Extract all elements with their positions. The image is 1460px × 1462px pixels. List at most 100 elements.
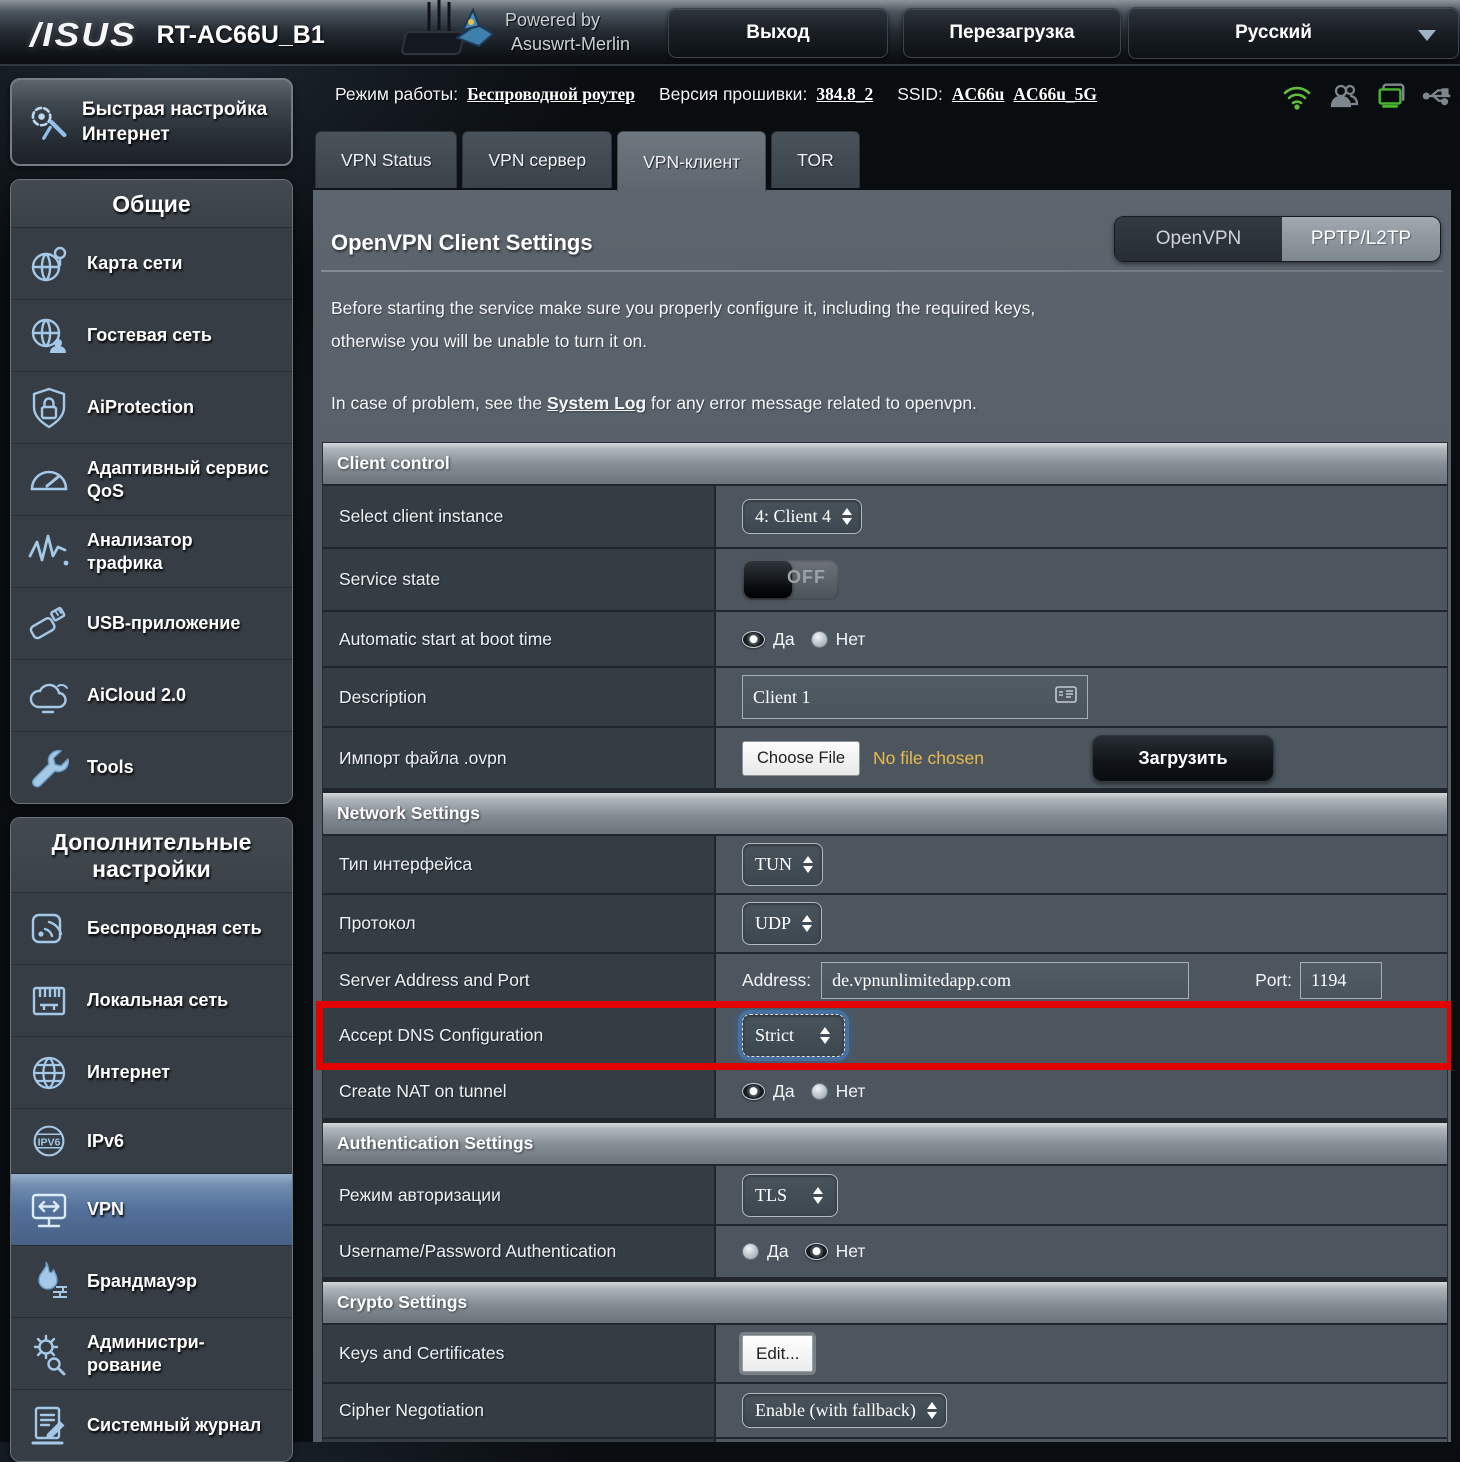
toggle-knob — [744, 561, 792, 598]
pptp-l2tp-toggle-button[interactable]: PPTP/L2TP — [1282, 217, 1440, 261]
sidebar-item-usb-application[interactable]: USB-приложение — [11, 587, 292, 659]
top-banner: /ISUS RT-AC66U_B1 Powered by Asuswrt-Mer… — [0, 0, 1460, 66]
protocol-select[interactable]: UDP — [742, 902, 822, 945]
upload-button[interactable]: Загрузить — [1092, 735, 1274, 782]
firmware-label: Версия прошивки: — [659, 84, 807, 105]
sidebar-item-administration[interactable]: Администри-рование — [11, 1317, 292, 1389]
networkmap-status-icon[interactable] — [1375, 80, 1407, 112]
radio-unselected-icon — [742, 1243, 759, 1260]
firmware-link[interactable]: 384.8_2 — [816, 84, 873, 105]
section-network-settings: Network Settings — [323, 793, 1447, 834]
language-dropdown[interactable]: Русский — [1128, 7, 1459, 59]
autostart-no-radio[interactable]: Нет — [811, 629, 866, 650]
language-value: Русский — [1235, 22, 1312, 44]
wrench-icon — [11, 744, 87, 792]
openvpn-toggle-button[interactable]: OpenVPN — [1115, 217, 1282, 261]
sidebar-item-system-log[interactable]: Системный журнал — [11, 1389, 292, 1461]
sidebar-item-wireless[interactable]: Беспроводная сеть — [11, 892, 292, 964]
nat-no-radio[interactable]: Нет — [811, 1081, 866, 1102]
row-select-client-instance: Select client instance 4: Client 4 — [323, 486, 1447, 547]
server-address-input[interactable]: de.vpnunlimitedapp.com — [821, 962, 1189, 999]
sidebar-group-advanced: Дополнительные настройки Беспроводная се… — [10, 817, 293, 1462]
ssid-2g-link[interactable]: AC66u — [952, 84, 1005, 105]
tab-vpn-server[interactable]: VPN сервер — [462, 131, 612, 188]
logout-button[interactable]: Выход — [668, 8, 888, 58]
group-title-advanced: Дополнительные настройки — [11, 818, 292, 892]
ssid-label: SSID: — [897, 84, 943, 105]
guest-network-icon — [11, 312, 87, 360]
row-cipher-negotiation: Cipher Negotiation Enable (with fallback… — [323, 1384, 1447, 1437]
userpass-yes-radio[interactable]: Да — [742, 1241, 789, 1262]
cipher-negotiation-select[interactable]: Enable (with fallback) — [742, 1393, 947, 1428]
mode-link[interactable]: Беспроводной роутер — [467, 84, 635, 105]
radio-unselected-icon — [811, 631, 828, 648]
auth-mode-select[interactable]: TLS — [742, 1174, 838, 1217]
usb-stick-icon — [11, 600, 87, 648]
section-authentication-settings: Authentication Settings — [323, 1123, 1447, 1164]
row-create-nat: Create NAT on tunnel Да Нет — [323, 1065, 1447, 1118]
port-label: Port: — [1255, 970, 1292, 991]
status-icons — [1281, 80, 1454, 112]
sidebar-item-firewall[interactable]: Брандмауэр — [11, 1245, 292, 1317]
ssid-5g-link[interactable]: AC66u_5G — [1013, 84, 1097, 105]
radio-unselected-icon — [811, 1083, 828, 1100]
tab-tor[interactable]: TOR — [771, 131, 860, 188]
radio-selected-icon — [742, 631, 765, 648]
sidebar-item-lan[interactable]: Локальная сеть — [11, 964, 292, 1036]
row-server-address-port: Server Address and Port Address: de.vpnu… — [323, 954, 1447, 1006]
choose-file-button[interactable]: Choose File — [742, 741, 860, 776]
sidebar-item-internet[interactable]: Интернет — [11, 1036, 292, 1108]
sidebar-item-qos[interactable]: Адаптивный сервис QoS — [11, 443, 292, 515]
edit-keys-button[interactable]: Edit... — [742, 1335, 813, 1372]
select-arrows-icon — [803, 856, 813, 873]
sidebar-item-guest-network[interactable]: Гостевая сеть — [11, 299, 292, 371]
firmware-infobar: Режим работы: Беспроводной роутер Версия… — [335, 84, 1097, 105]
address-label: Address: — [742, 970, 811, 991]
userpass-no-radio[interactable]: Нет — [805, 1241, 866, 1262]
select-arrows-icon — [927, 1402, 937, 1419]
interface-type-select[interactable]: TUN — [742, 843, 823, 886]
tab-vpn-status[interactable]: VPN Status — [315, 131, 457, 188]
row-autostart: Automatic start at boot time Да Нет — [323, 612, 1447, 666]
nat-yes-radio[interactable]: Да — [742, 1081, 795, 1102]
client-instance-select[interactable]: 4: Client 4 — [742, 499, 862, 534]
address-card-icon — [1055, 686, 1077, 708]
usb-status-icon[interactable] — [1422, 80, 1454, 112]
service-state-toggle[interactable]: OFF — [742, 559, 839, 600]
autostart-yes-radio[interactable]: Да — [742, 629, 795, 650]
system-log-link[interactable]: System Log — [547, 393, 646, 413]
cloud-icon — [11, 672, 87, 720]
firewall-flame-icon — [11, 1258, 87, 1306]
accept-dns-select[interactable]: Strict — [742, 1014, 845, 1057]
description-input[interactable]: Client 1 — [742, 675, 1088, 719]
asus-logo: /ISUS — [30, 16, 137, 54]
network-map-icon — [11, 240, 87, 288]
wifi-status-icon[interactable] — [1281, 80, 1313, 112]
sidebar-item-tools[interactable]: Tools — [11, 731, 292, 803]
router-illustration-icon — [395, 0, 515, 71]
reboot-button[interactable]: Перезагрузка — [903, 8, 1121, 58]
quick-setup-button[interactable]: Быстрая настройка Интернет — [10, 78, 293, 166]
tab-vpn-client[interactable]: VPN-клиент — [617, 131, 766, 192]
sidebar-item-network-map[interactable]: Карта сети — [11, 227, 292, 299]
group-title-general: Общие — [11, 180, 292, 227]
server-port-input[interactable]: 1194 — [1300, 962, 1382, 999]
select-arrows-icon — [820, 1027, 830, 1044]
section-crypto-settings: Crypto Settings — [323, 1282, 1447, 1323]
powered-by: Powered by Asuswrt-Merlin — [505, 8, 630, 56]
row-auth-mode: Режим авторизации TLS — [323, 1166, 1447, 1224]
sidebar-item-vpn[interactable]: VPN — [11, 1173, 292, 1245]
radio-selected-icon — [805, 1243, 828, 1260]
traffic-analyzer-icon — [11, 528, 87, 576]
wireless-icon — [11, 905, 87, 953]
sidebar-item-ipv6[interactable]: IPV6 IPv6 — [11, 1108, 292, 1173]
clients-status-icon[interactable] — [1328, 80, 1360, 112]
mode-label: Режим работы: — [335, 84, 458, 105]
ipv6-globe-icon: IPV6 — [11, 1118, 87, 1164]
sidebar-item-aicloud[interactable]: AiCloud 2.0 — [11, 659, 292, 731]
sidebar-item-traffic-analyzer[interactable]: Анализатор трафика — [11, 515, 292, 587]
sidebar-item-aiprotection[interactable]: AiProtection — [11, 371, 292, 443]
vpn-type-switch: OpenVPN PPTP/L2TP — [1114, 216, 1441, 262]
router-model: RT-AC66U_B1 — [157, 21, 325, 50]
file-status-text: No file chosen — [873, 748, 984, 769]
